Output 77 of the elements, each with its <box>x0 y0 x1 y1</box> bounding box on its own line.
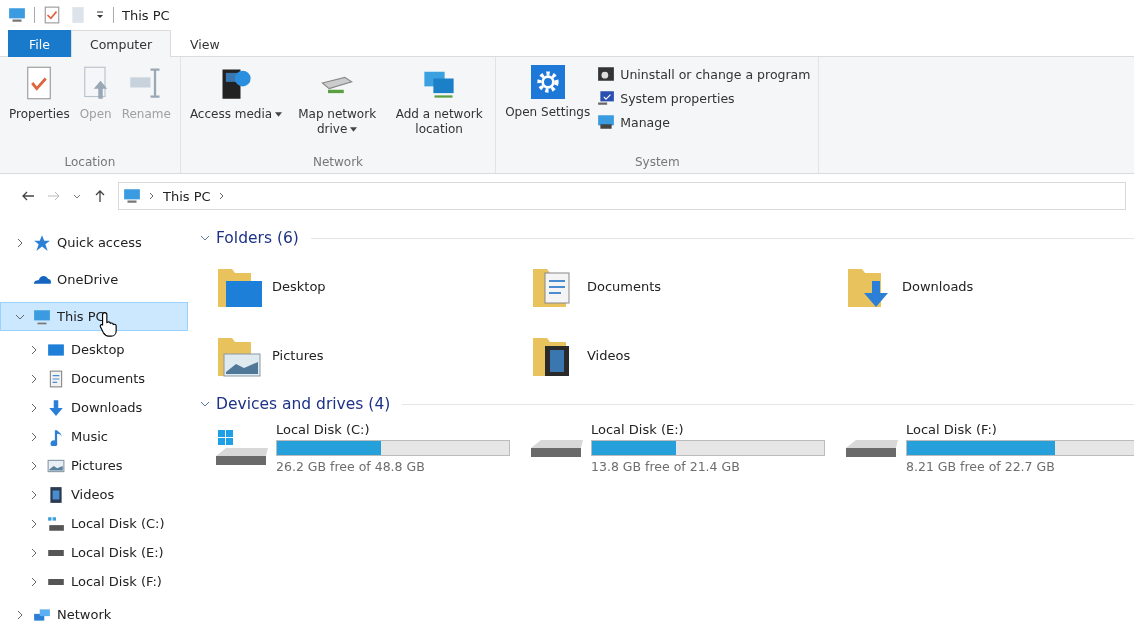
nav-item[interactable]: Network <box>0 600 188 629</box>
drive-item[interactable]: Local Disk (E:) 13.8 GB free of 21.4 GB <box>529 418 844 478</box>
document-icon <box>47 369 65 388</box>
monitor-check-icon <box>597 89 616 107</box>
film-icon <box>47 485 65 504</box>
chevron-right-icon[interactable] <box>29 518 39 529</box>
group-label: Network <box>311 155 365 171</box>
nav-item[interactable]: Music <box>0 422 188 451</box>
chevron-right-icon[interactable] <box>29 576 39 587</box>
free-space-text: 13.8 GB free of 21.4 GB <box>591 459 741 474</box>
nav-item[interactable]: Local Disk (C:) <box>0 509 188 538</box>
ribbon-button[interactable]: Add a network location <box>389 61 490 155</box>
chevron-right-icon[interactable] <box>29 373 39 384</box>
breadcrumb[interactable]: This PC <box>163 188 211 204</box>
ribbon-tab[interactable]: View <box>171 30 239 57</box>
ribbon-small-button[interactable]: Uninstall or change a program <box>595 63 813 85</box>
section-header[interactable]: Devices and drives (4) <box>216 395 391 413</box>
nav-item[interactable]: Local Disk (E:) <box>0 538 188 567</box>
chevron-right-icon[interactable] <box>29 431 39 442</box>
drive-icon <box>844 438 900 458</box>
file-tab[interactable]: File <box>8 30 71 57</box>
free-space-text: 26.2 GB free of 48.8 GB <box>276 459 426 474</box>
settings-icon <box>530 65 565 99</box>
caret-down-icon[interactable] <box>350 126 358 133</box>
drive-icon <box>47 514 65 533</box>
ribbon-button[interactable]: Access media <box>186 61 286 155</box>
dropdown-icon[interactable] <box>95 10 105 20</box>
group-label: Location <box>63 155 117 171</box>
chevron-right-icon[interactable] <box>29 344 39 355</box>
chevron-right-icon[interactable] <box>15 237 25 248</box>
monitor-icon <box>123 187 141 205</box>
drive-item[interactable]: Local Disk (C:) 26.2 GB free of 48.8 GB <box>214 418 529 478</box>
caret-down-icon[interactable] <box>275 111 283 118</box>
folder-item[interactable]: Videos <box>529 321 844 390</box>
chevron-down-icon[interactable] <box>200 399 210 409</box>
drive-icon <box>48 578 64 585</box>
nav-item[interactable]: Videos <box>0 480 188 509</box>
chevron-right-icon[interactable] <box>29 489 39 500</box>
ribbon-small-button[interactable]: Manage <box>595 111 813 133</box>
nav-item[interactable]: Desktop <box>0 335 188 364</box>
free-space-text: 8.21 GB free of 22.7 GB <box>906 459 1056 474</box>
folder-item[interactable]: Pictures <box>214 321 529 390</box>
monitor-icon[interactable] <box>8 6 26 24</box>
group-label: System <box>633 155 681 171</box>
chevron-right-icon[interactable] <box>29 547 39 558</box>
drive-item[interactable]: Local Disk (F:) 8.21 GB free of 22.7 GB <box>844 418 1134 478</box>
computer-manage-icon <box>597 113 616 131</box>
nav-item[interactable]: Downloads <box>0 393 188 422</box>
nav-item[interactable]: Pictures <box>0 451 188 480</box>
window-title: This PC <box>122 7 170 23</box>
ribbon-button[interactable]: Map network drive <box>287 61 388 155</box>
ribbon-small-button[interactable]: System properties <box>595 87 813 109</box>
ribbon-button[interactable]: Open Settings <box>502 61 594 155</box>
folder-item[interactable]: Desktop <box>214 252 529 321</box>
ribbon-tab[interactable]: Computer <box>70 30 172 57</box>
down-arrow-icon <box>47 398 65 417</box>
checkmark-page-icon[interactable] <box>43 6 61 24</box>
nav-item[interactable]: Quick access <box>0 228 188 257</box>
nav-item[interactable]: OneDrive <box>0 265 188 294</box>
cloud-icon <box>33 275 51 284</box>
folder-item[interactable]: Downloads <box>844 252 1134 321</box>
disc-box-icon <box>597 65 616 83</box>
folder-item[interactable]: Documents <box>529 252 844 321</box>
drive-icon <box>529 438 585 458</box>
star-icon <box>33 233 51 252</box>
drive-icon <box>48 549 64 556</box>
address-field[interactable]: This PC <box>118 182 1126 210</box>
ribbon-button[interactable]: Properties <box>6 61 73 155</box>
section-header[interactable]: Folders (6) <box>216 229 299 247</box>
nav-item[interactable]: Local Disk (F:) <box>0 567 188 596</box>
chevron-right-icon[interactable] <box>29 460 39 471</box>
chevron-right-icon[interactable] <box>29 402 39 413</box>
chevron-right-icon[interactable] <box>15 609 25 620</box>
drive-icon <box>214 428 270 468</box>
chevron-down-icon[interactable] <box>200 233 210 243</box>
monitor-icon <box>33 307 51 326</box>
nav-item[interactable]: Documents <box>0 364 188 393</box>
